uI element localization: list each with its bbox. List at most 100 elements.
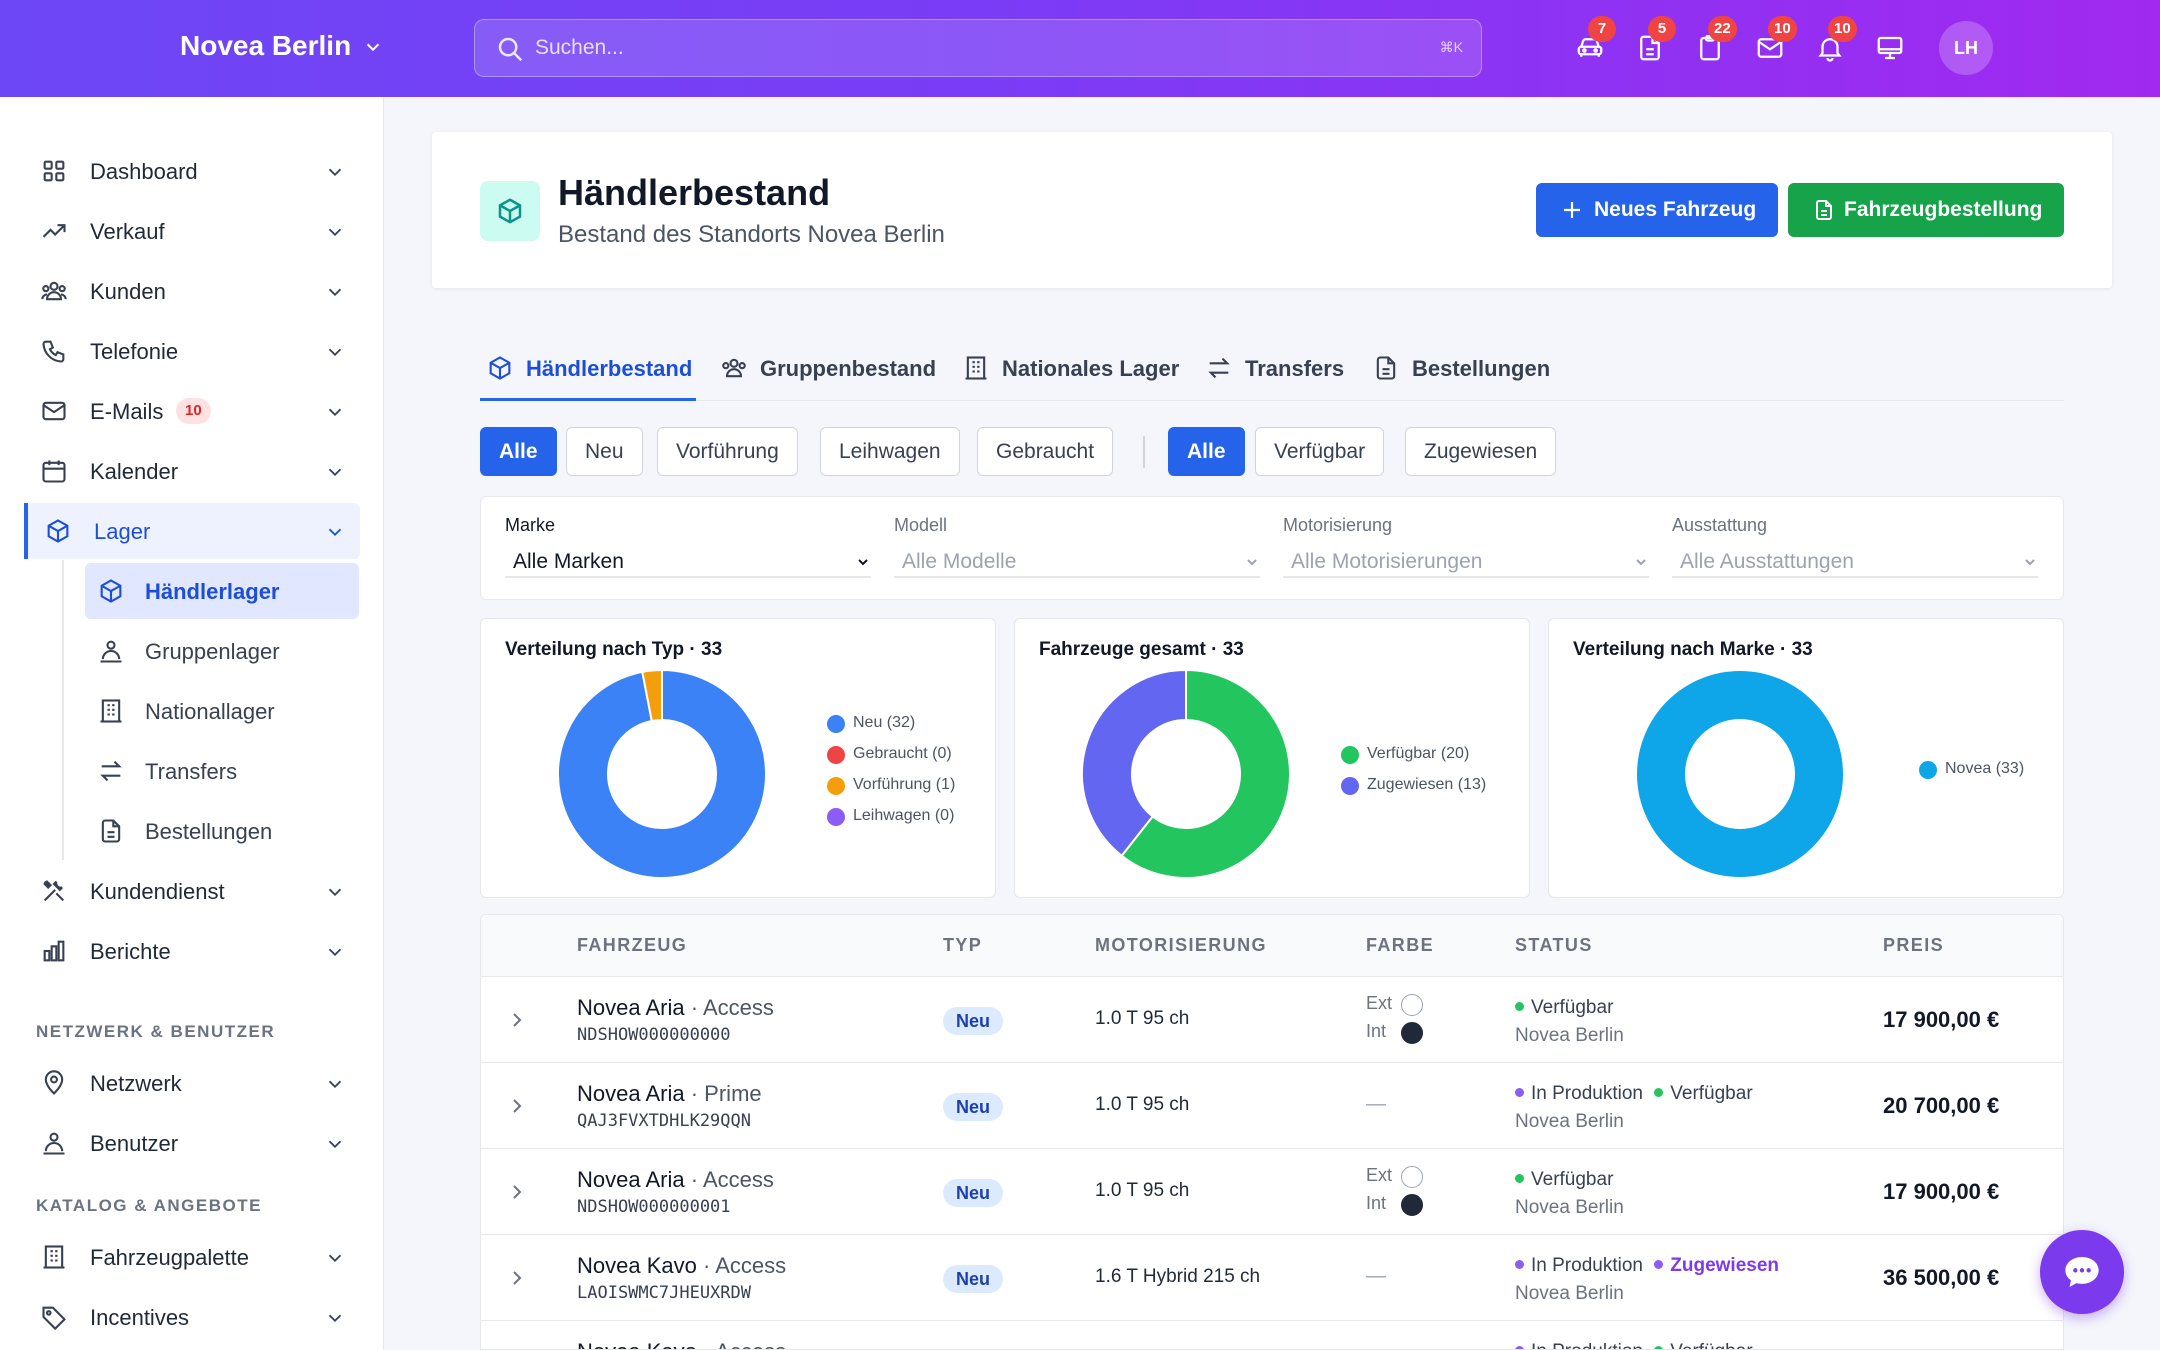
new-vehicle-label: Neues Fahrzeug xyxy=(1594,198,1757,221)
filter-motorisierung: Motorisierung Alle Motorisierungen xyxy=(1283,515,1649,578)
dealer-name[interactable]: Novea Berlin xyxy=(180,30,351,62)
status-assigned-link[interactable]: Zugewiesen xyxy=(1670,1255,1779,1276)
table-row[interactable]: Novea Kavo · Access LAOISWMC7JHEUXRDW Ne… xyxy=(481,1235,2063,1321)
sidebar-item-telefonie[interactable]: Telefonie xyxy=(24,323,360,379)
section-title-network: NETZWERK & BENUTZER xyxy=(36,1022,276,1041)
chip-type-alle[interactable]: Alle xyxy=(480,427,557,476)
donut-slice[interactable] xyxy=(1635,669,1845,879)
table-row[interactable]: Novea Aria · Access NDSHOW000000000 Neu … xyxy=(481,977,2063,1063)
new-vehicle-button[interactable]: Neues Fahrzeug xyxy=(1536,183,1778,237)
filter-label: Ausstattung xyxy=(1672,515,1768,535)
legend-label: Novea (33) xyxy=(1945,760,2025,777)
column-header-motorisierung[interactable]: MOTORISIERUNG xyxy=(1095,935,1267,956)
tag-icon xyxy=(40,1303,68,1331)
chart-card-total: Fahrzeuge gesamt · 33 Verfügbar (20) Zuge… xyxy=(1014,618,1530,898)
avatar[interactable]: LH xyxy=(1939,21,1993,75)
document-icon xyxy=(1376,356,1396,380)
tab-label: Bestellungen xyxy=(1412,356,1551,381)
chevron-right-icon[interactable] xyxy=(505,1180,529,1204)
donut-chart-total xyxy=(1081,669,1291,879)
chip-status-verfuegbar[interactable]: Verfügbar xyxy=(1255,427,1385,476)
chip-status-zugewiesen[interactable]: Zugewiesen xyxy=(1405,427,1557,476)
type-badge: Neu xyxy=(943,1265,1004,1293)
chevron-right-icon[interactable] xyxy=(505,1008,529,1032)
color-int-swatch xyxy=(1401,1022,1423,1044)
trim-select[interactable]: Alle Ausstattungen xyxy=(1672,546,2038,578)
no-color-dash: — xyxy=(1366,1093,1386,1115)
sidebar-item-label: Telefonie xyxy=(90,339,179,364)
table-row[interactable]: Novea Aria · Prime QAJ3FVXTDHLK29QQN Neu… xyxy=(481,1063,2063,1149)
search-icon xyxy=(498,37,523,62)
sidebar-item-label: Netzwerk xyxy=(90,1071,182,1096)
tab-divider xyxy=(480,400,2064,401)
sidebar-item-incentives[interactable]: Incentives xyxy=(24,1289,360,1345)
sidebar-subitem-bestellungen[interactable]: Bestellungen xyxy=(85,803,359,859)
notifications-button[interactable]: 10 xyxy=(1812,16,1857,66)
vehicle-order-button[interactable]: Fahrzeugbestellung xyxy=(1788,183,2064,237)
sidebar-item-kundendienst[interactable]: Kundendienst xyxy=(24,863,360,919)
brand-select[interactable]: Alle Marken xyxy=(505,546,871,578)
sidebar-subitem-label: Nationallager xyxy=(145,699,275,724)
active-tab-indicator xyxy=(480,398,696,401)
sidebar-item-netzwerk[interactable]: Netzwerk xyxy=(24,1055,360,1111)
sidebar-subitem-nationallager[interactable]: Nationallager xyxy=(85,683,359,739)
sidebar-item-berichte[interactable]: Berichte xyxy=(24,923,360,979)
sidebar-subitem-gruppenlager[interactable]: Gruppenlager xyxy=(85,623,359,679)
search-input[interactable] xyxy=(535,28,1395,68)
chip-status-alle[interactable]: Alle xyxy=(1168,427,1245,476)
legend-label: Neu (32) xyxy=(853,714,916,731)
vehicle-vin: NDSHOW000000001 xyxy=(577,1197,731,1217)
sidebar-subitem-transfers[interactable]: Transfers xyxy=(85,743,359,799)
car-button[interactable]: 7 xyxy=(1572,16,1616,66)
legend-swatch xyxy=(1919,761,1937,779)
trend-icon xyxy=(40,217,68,245)
chart-title: Fahrzeuge gesamt · 33 xyxy=(1039,639,1244,660)
column-header-preis[interactable]: PREIS xyxy=(1883,935,1944,956)
column-header-typ[interactable]: TYP xyxy=(943,935,982,956)
mail-button[interactable]: 10 xyxy=(1752,16,1797,66)
sidebar-item-lager[interactable]: Lager xyxy=(24,503,360,559)
monitor-button[interactable] xyxy=(1872,30,1908,66)
chevron-down-icon[interactable] xyxy=(362,36,384,58)
type-badge: Neu xyxy=(943,1093,1004,1121)
chip-type-vorfuehrung[interactable]: Vorführung xyxy=(657,427,798,476)
column-header-farbe[interactable]: FARBE xyxy=(1366,935,1434,956)
engine-select[interactable]: Alle Motorisierungen xyxy=(1283,546,1649,578)
table-row[interactable]: Novea Kavo · Access Neu In Produktion Ve… xyxy=(481,1321,2063,1349)
sidebar-item-dashboard[interactable]: Dashboard xyxy=(24,143,360,199)
chevron-right-icon[interactable] xyxy=(505,1094,529,1118)
sidebar-item-benutzer[interactable]: Benutzer xyxy=(24,1115,360,1171)
sidebar-item-kunden[interactable]: Kunden xyxy=(24,263,360,319)
search-box[interactable]: ⌘K xyxy=(474,19,1482,77)
chip-type-gebraucht[interactable]: Gebraucht xyxy=(977,427,1114,476)
sidebar-item-verkauf[interactable]: Verkauf xyxy=(24,203,360,259)
table-row[interactable]: Novea Aria · Access NDSHOW000000001 Neu … xyxy=(481,1149,2063,1235)
column-header-fahrzeug[interactable]: FAHRZEUG xyxy=(577,935,687,956)
documents-button[interactable]: 5 xyxy=(1632,16,1676,66)
engine-value: 1.6 T Hybrid 215 ch xyxy=(1095,1266,1261,1287)
filter-marke: Marke Alle Marken xyxy=(505,515,871,578)
status-location: Novea Berlin xyxy=(1515,1025,1624,1046)
notification-count: 7 xyxy=(1588,16,1616,42)
color-int-label: Int xyxy=(1366,1021,1387,1041)
monitor-icon xyxy=(1877,36,1903,60)
sidebar-subitem-haendlerlager[interactable]: Händlerlager xyxy=(85,563,359,619)
sidebar-item-kalender[interactable]: Kalender xyxy=(24,443,360,499)
sidebar-item-emails[interactable]: E-Mails 10 xyxy=(24,383,360,439)
chip-type-leihwagen[interactable]: Leihwagen xyxy=(820,427,960,476)
inventory-table: FAHRZEUG TYP MOTORISIERUNG FARBE STATUS … xyxy=(480,914,2064,1350)
notification-count: 5 xyxy=(1648,16,1676,42)
model-select[interactable]: Alle Modelle xyxy=(894,546,1260,578)
sidebar-item-label: Dashboard xyxy=(90,159,198,184)
sidebar-item-fahrzeugpalette[interactable]: Fahrzeugpalette xyxy=(24,1229,360,1285)
tasks-button[interactable]: 22 xyxy=(1692,16,1737,66)
document-icon xyxy=(97,817,125,845)
chip-type-neu[interactable]: Neu xyxy=(566,427,643,476)
chat-button[interactable] xyxy=(2040,1230,2124,1314)
column-header-status[interactable]: STATUS xyxy=(1515,935,1593,956)
sidebar-item-label: Incentives xyxy=(90,1305,190,1330)
chevron-right-icon[interactable] xyxy=(505,1266,529,1290)
chevron-down-icon xyxy=(328,288,342,297)
box-icon xyxy=(97,577,125,605)
vehicle-name: Novea Aria · Prime xyxy=(577,1081,762,1106)
